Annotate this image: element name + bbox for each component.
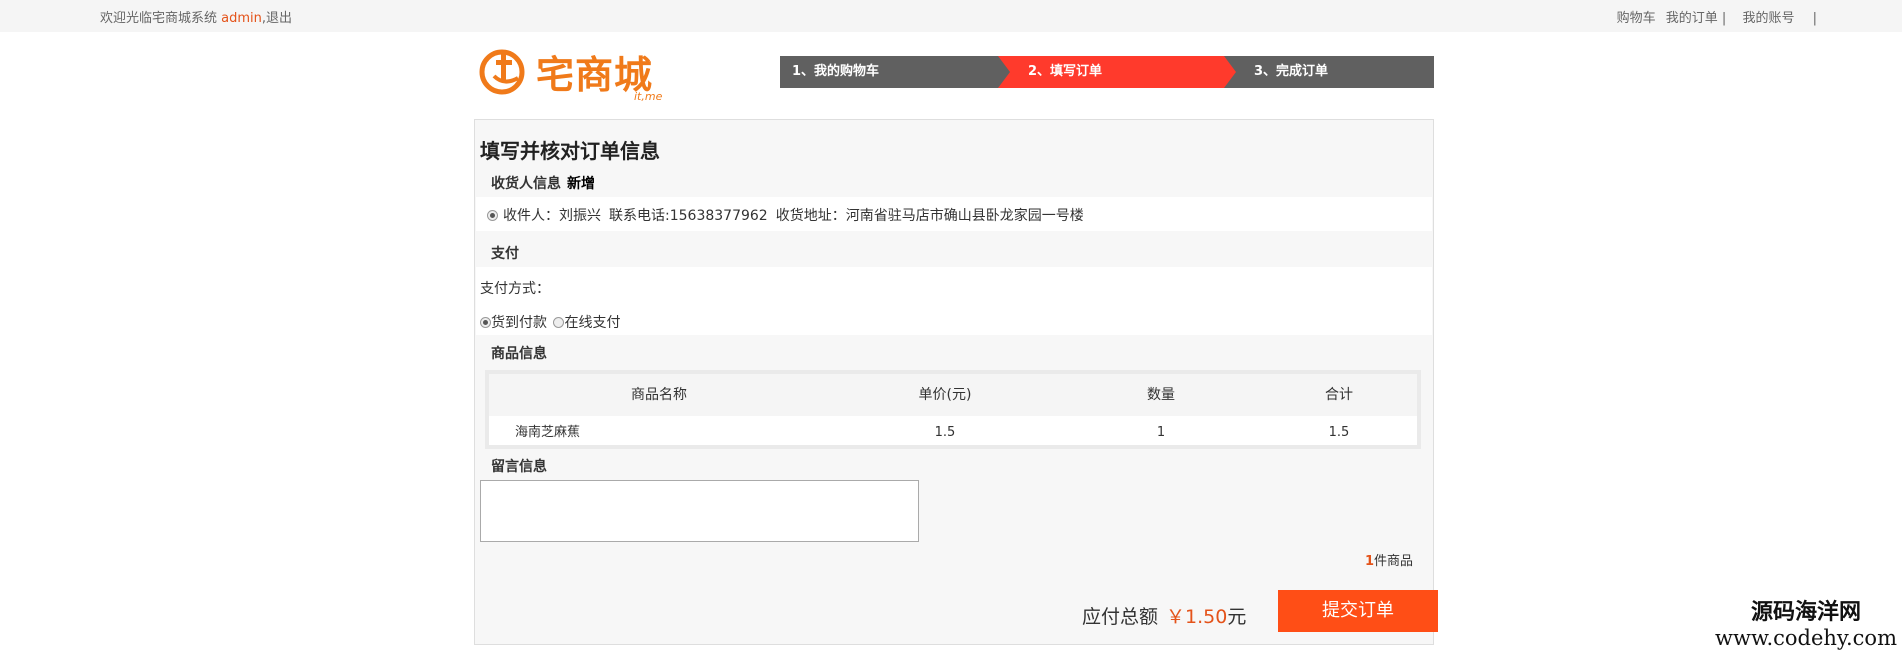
item-count-number: 1 [1364, 554, 1374, 569]
receiver-label: 收货人信息 [491, 176, 561, 192]
submit-order-button[interactable]: 提交订单 [1278, 590, 1438, 632]
step-cart: 1、我的购物车 [780, 56, 998, 88]
table-header: 商品名称 单价(元) 数量 合计 [489, 374, 1417, 416]
total-label: 应付总额 [1082, 606, 1159, 628]
welcome-text: 欢迎光临宅商城系统 [100, 11, 218, 26]
watermark: 源码海洋网 www.codehy.com [1715, 594, 1897, 650]
watermark-url: www.codehy.com [1715, 626, 1897, 650]
step-fill-order: 2、填写订单 [998, 56, 1224, 88]
message-textarea[interactable] [480, 480, 919, 542]
address-radio[interactable] [487, 210, 498, 221]
goods-name: 海南芝麻蕉 [515, 425, 581, 440]
watermark-title: 源码海洋网 [1751, 600, 1862, 625]
site-logo[interactable]: 宅商城 it,me [478, 42, 668, 106]
goods-table: 商品名称 单价(元) 数量 合计 海南芝麻蕉 1.5 1 1.5 [485, 370, 1421, 449]
goods-section-title: 商品信息 [491, 346, 547, 362]
goods-price: 1.5 [934, 425, 956, 440]
step-arrow [1224, 56, 1236, 88]
payment-method-label: 支付方式： [480, 281, 550, 297]
header-name: 商品名称 [631, 387, 687, 403]
receiver-name: 收件人：刘振兴 [503, 208, 601, 224]
my-account-link[interactable]: 我的账号 [1742, 11, 1794, 26]
separator: | [1812, 11, 1817, 26]
step-complete: 3、完成订单 [1224, 56, 1434, 88]
total-value: ￥1.50 [1166, 606, 1228, 628]
item-count-suffix: 件商品 [1373, 554, 1413, 569]
goods-subtotal: 1.5 [1328, 425, 1350, 440]
address-row[interactable]: 收件人：刘振兴 联系电话:15638377962 收货地址：河南省驻马店市确山县卧龙… [476, 197, 1432, 231]
top-bar: 欢迎光临宅商城系统 admin,退出 购物车 我的订单 | 我的账号 | [0, 0, 1902, 32]
item-count: 1件商品 [1365, 550, 1413, 569]
pay-online-radio[interactable] [553, 317, 565, 328]
header-price: 单价(元) [918, 387, 972, 403]
pay-cod-label[interactable]: 货到付款 [491, 315, 547, 331]
table-row: 海南芝麻蕉 1.5 1 1.5 [489, 416, 1417, 449]
goods-qty: 1 [1156, 425, 1166, 440]
step-arrow [998, 56, 1010, 88]
page-title: 填写并核对订单信息 [480, 139, 660, 163]
payment-options: 货到付款 在线支付 [480, 312, 620, 332]
total-amount: 应付总额 ￥1.50元 [1082, 602, 1246, 629]
header-total: 合计 [1325, 387, 1353, 403]
cart-link[interactable]: 购物车 [1617, 11, 1656, 26]
top-links: 购物车 我的订单 | 我的账号 | [1611, 7, 1817, 26]
welcome-area: 欢迎光临宅商城系统 admin,退出 [100, 7, 292, 26]
logo-icon [479, 49, 525, 95]
username-link[interactable]: admin [221, 11, 262, 26]
receiver-address: 收货地址：河南省驻马店市确山县卧龙家园一号楼 [775, 208, 1084, 224]
payment-section-title: 支付 [491, 246, 519, 262]
logo-subtext: it,me [634, 90, 663, 103]
header-qty: 数量 [1147, 387, 1175, 403]
receiver-section-title: 收货人信息 新增 [491, 173, 595, 193]
order-steps: 1、我的购物车 2、填写订单 3、完成订单 [780, 56, 1434, 88]
my-orders-link[interactable]: 我的订单 | [1666, 11, 1727, 26]
order-form: 填写并核对订单信息 收货人信息 新增 收件人：刘振兴 联系电话:1563837796… [474, 119, 1438, 645]
message-section-title: 留言信息 [491, 459, 547, 475]
total-unit: 元 [1227, 606, 1247, 628]
pay-cod-radio[interactable] [480, 317, 491, 328]
pay-online-label[interactable]: 在线支付 [564, 315, 620, 331]
logout-link[interactable]: ,退出 [262, 11, 292, 26]
receiver-phone: 联系电话:15638377962 [609, 208, 768, 224]
add-address-link[interactable]: 新增 [567, 176, 595, 192]
